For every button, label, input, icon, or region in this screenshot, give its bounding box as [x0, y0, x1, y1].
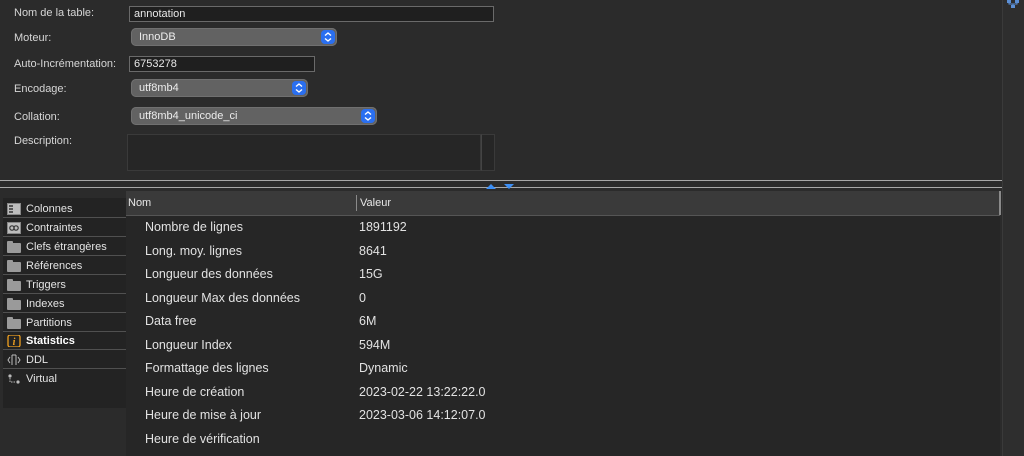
info-icon: i — [7, 333, 21, 348]
sidebar-item-label: Clefs étrangères — [26, 240, 107, 253]
table-row[interactable]: Longueur Index 594M — [126, 334, 1000, 358]
stat-value: 15G — [359, 267, 383, 281]
sidebar-item-statistics[interactable]: i Statistics — [3, 332, 126, 350]
network-icon[interactable] — [1006, 0, 1020, 9]
table-row[interactable]: Nombre de lignes 1891192 — [126, 216, 1000, 240]
sidebar-item-references[interactable]: Références — [3, 257, 126, 275]
constraints-icon — [7, 221, 21, 234]
stat-value: 8641 — [359, 243, 387, 258]
auto-increment-field[interactable]: 6753278 — [129, 56, 315, 72]
table-row[interactable]: Longueur Max des données 0 — [126, 287, 1000, 311]
stat-value: 6M — [359, 314, 377, 328]
sidebar-item-label: Références — [26, 259, 83, 272]
encoding-select-value: utf8mb4 — [139, 82, 179, 94]
stat-value: 0 — [359, 290, 366, 305]
sidebar-item-label: DDL — [26, 353, 49, 366]
stat-value: 594M — [359, 337, 391, 352]
ddl-icon — [7, 354, 21, 366]
auto-increment-label: Auto-Incrémentation: — [14, 58, 117, 70]
stat-name: Nombre de lignes — [145, 220, 243, 234]
virtual-icon — [7, 373, 21, 385]
stat-name: Longueur des données — [145, 267, 273, 281]
collation-label: Collation: — [14, 111, 60, 123]
sidebar-item-label: Partitions — [26, 316, 72, 329]
table-row[interactable]: Heure de mise à jour 2023-03-06 14:12:07.… — [126, 404, 1000, 428]
columns-icon — [7, 202, 21, 215]
stat-name: Heure de vérification — [145, 431, 260, 446]
sidebar-item-label: Contraintes — [26, 221, 83, 234]
splitter-down-arrow-icon — [504, 184, 514, 189]
stat-name: Data free — [145, 314, 197, 328]
stat-name: Heure de création — [145, 384, 245, 399]
sidebar-item-label: Colonnes — [26, 202, 73, 215]
stat-name: Heure de mise à jour — [145, 408, 262, 422]
right-scrollbar[interactable] — [1002, 0, 1024, 456]
table-row[interactable]: Heure de création 2023-02-22 13:22:22.0 — [126, 381, 1000, 405]
chevron-updown-icon — [321, 30, 335, 44]
description-scrollbar[interactable] — [481, 134, 495, 171]
column-divider[interactable] — [356, 195, 357, 211]
folder-icon — [7, 316, 21, 329]
sidebar-item-label: Indexes — [26, 297, 65, 310]
sidebar-item-partitions[interactable]: Partitions — [3, 314, 126, 332]
column-header-valeur[interactable]: Valeur — [360, 191, 391, 215]
stat-name: Longueur Max des données — [145, 290, 300, 305]
table-header: Nom Valeur — [126, 191, 1001, 216]
encoding-label: Encodage: — [14, 83, 67, 95]
stat-name: Formattage des lignes — [145, 361, 269, 375]
collation-select[interactable]: utf8mb4_unicode_ci — [131, 107, 377, 125]
description-label: Description: — [14, 135, 73, 147]
folder-icon — [7, 297, 21, 310]
folder-icon — [7, 240, 21, 253]
statistics-table: Nombre de lignes 1891192 Long. moy. ligne… — [126, 216, 1000, 456]
description-textarea[interactable] — [127, 134, 481, 171]
stat-name: Longueur Index — [145, 337, 232, 352]
sidebar-item-ddl[interactable]: DDL — [3, 351, 126, 369]
table-name-field[interactable]: annotation — [129, 6, 494, 22]
engine-select[interactable]: InnoDB — [131, 28, 337, 46]
engine-label: Moteur: — [14, 32, 52, 44]
table-row[interactable]: Longueur des données 15G — [126, 263, 1000, 287]
column-header-nom[interactable]: Nom — [128, 191, 151, 215]
collation-select-value: utf8mb4_unicode_ci — [139, 110, 238, 122]
sidebar-item-label: Triggers — [26, 278, 66, 291]
folder-icon — [7, 278, 21, 291]
stat-value: 1891192 — [359, 220, 407, 234]
table-name-label: Nom de la table: — [14, 7, 95, 19]
sidebar: Colonnes Contraintes Clefs étrangères Ré… — [3, 198, 126, 408]
sidebar-item-indexes[interactable]: Indexes — [3, 295, 126, 313]
column-divider — [999, 191, 1001, 215]
table-row[interactable]: Heure de vérification — [126, 428, 1000, 452]
folder-icon — [7, 259, 21, 272]
sidebar-item-label: Statistics — [26, 334, 75, 347]
sidebar-item-contraintes[interactable]: Contraintes — [3, 219, 126, 237]
stat-value: 2023-02-22 13:22:22.0 — [359, 384, 486, 399]
sidebar-item-colonnes[interactable]: Colonnes — [3, 200, 126, 218]
svg-text:i: i — [13, 337, 16, 347]
splitter-up-arrow-icon — [486, 184, 496, 189]
encoding-select[interactable]: utf8mb4 — [131, 79, 308, 97]
sidebar-item-virtual[interactable]: Virtual — [3, 370, 126, 388]
table-row[interactable]: Data free 6M — [126, 310, 1000, 334]
engine-select-value: InnoDB — [139, 31, 176, 43]
stat-value: 2023-03-06 14:12:07.0 — [359, 408, 486, 422]
splitter-handle[interactable] — [486, 181, 518, 189]
sidebar-item-label: Virtual — [26, 373, 57, 385]
sidebar-item-triggers[interactable]: Triggers — [3, 276, 126, 294]
stat-name: Long. moy. lignes — [145, 243, 243, 258]
table-row[interactable]: Formattage des lignes Dynamic — [126, 357, 1000, 381]
chevron-updown-icon — [292, 81, 306, 95]
chevron-updown-icon — [361, 109, 375, 123]
sidebar-item-clefs-etrangeres[interactable]: Clefs étrangères — [3, 238, 126, 256]
table-row[interactable]: Long. moy. lignes 8641 — [126, 240, 1000, 264]
stat-value: Dynamic — [359, 361, 408, 375]
